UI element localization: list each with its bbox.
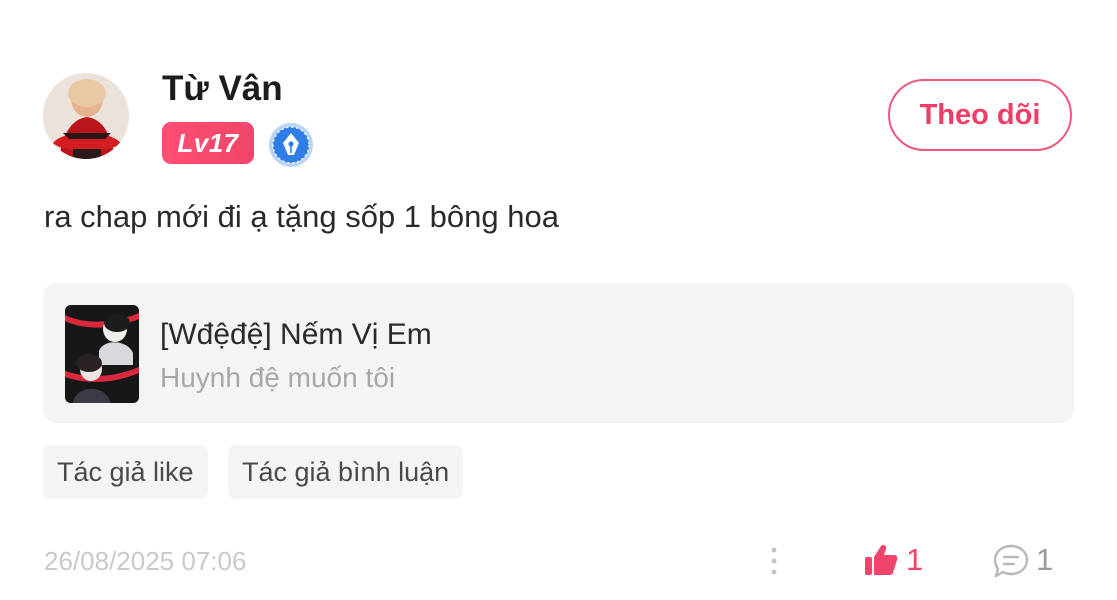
avatar-image (43, 73, 129, 159)
comment-count: 1 (1036, 542, 1054, 577)
level-badge: Lv17 (162, 122, 254, 164)
book-title: [Wđệđệ] Nếm Vị Em (160, 318, 432, 351)
username[interactable]: Từ Vân (162, 68, 283, 110)
comment-text: ra chap mới đi ạ tặng sốp 1 bông hoa (44, 199, 559, 234)
comment-timestamp: 26/08/2025 07:06 (44, 546, 247, 576)
user-avatar[interactable] (43, 73, 129, 159)
tag-author-like[interactable]: Tác giả like (43, 445, 208, 499)
thumbs-up-icon (864, 544, 898, 576)
book-subtitle: Huynh đệ muốn tôi (160, 362, 396, 393)
book-cover (65, 305, 139, 403)
pen-nib-badge-icon (268, 122, 314, 168)
vertical-dots-icon[interactable] (762, 543, 786, 579)
tag-author-comment[interactable]: Tác giả bình luận (228, 445, 464, 499)
book-card[interactable]: [Wđệđệ] Nếm Vị Em Huynh đệ muốn tôi (43, 283, 1074, 423)
follow-button[interactable]: Theo dõi (888, 79, 1072, 151)
like-count: 1 (906, 542, 924, 577)
comment-bubble-icon (992, 543, 1030, 579)
